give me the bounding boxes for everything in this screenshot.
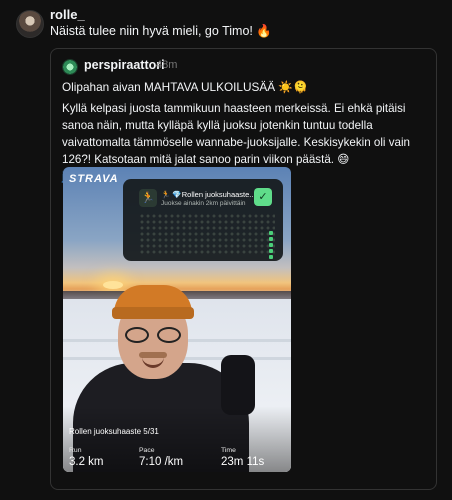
challenge-label: Rollen juoksuhaaste 5/31 xyxy=(69,427,159,436)
strava-logo: STRAVA xyxy=(69,173,119,185)
stat-time: Time 23m 11s xyxy=(221,447,264,468)
post-text: Näistä tulee niin hyvä mieli, go Timo! 🔥 xyxy=(50,24,272,39)
widget-title: 🏃 💎Rollen juoksuhaaste... xyxy=(161,190,256,199)
completed-day-dot xyxy=(269,243,273,247)
stat-value: 7:10 /km xyxy=(139,456,184,468)
quoted-headline: Olipahan aivan MAHTAVA ULKOILUSÄÄ ☀️🫠 xyxy=(62,80,308,94)
runner-icon: 🏃 xyxy=(139,189,157,207)
glasses xyxy=(123,327,183,343)
progress-dot-grid xyxy=(139,213,275,255)
stat-label: Time xyxy=(221,447,236,454)
beanie-band xyxy=(112,307,194,319)
completed-day-dot xyxy=(269,237,273,241)
post-author-avatar[interactable] xyxy=(16,10,44,38)
check-icon: ✓ xyxy=(254,188,272,206)
widget-subtitle: Juokse ainakin 2km päivittäin xyxy=(161,200,246,207)
stat-run: Run 3.2 km xyxy=(69,447,104,468)
quoted-body-text: Kyllä kelpasi juosta tammikuun haasteen … xyxy=(62,102,410,166)
quoted-post-card[interactable]: perspiraattori 48m Olipahan aivan MAHTAV… xyxy=(50,48,437,490)
post-text-content: Näistä tulee niin hyvä mieli, go Timo! xyxy=(50,24,253,38)
stat-label: Pace xyxy=(139,447,155,454)
post-username[interactable]: rolle_ xyxy=(50,7,85,22)
completed-day-dot xyxy=(269,255,273,259)
challenge-widget: 🏃 🏃 💎Rollen juoksuhaaste... Juokse ainak… xyxy=(123,179,283,261)
sun xyxy=(103,281,123,289)
stat-value: 23m 11s xyxy=(221,456,265,468)
completed-day-dot xyxy=(269,231,273,235)
quoted-author-avatar[interactable] xyxy=(62,59,78,75)
stat-pace: Pace 7:10 /km xyxy=(139,447,183,468)
strava-share-image[interactable]: STRAVA 🏃 🏃 💎Rollen juoksuhaaste... Juoks… xyxy=(63,167,291,472)
stat-label: Run xyxy=(69,447,82,454)
stat-value: 3.2 km xyxy=(69,456,104,468)
fire-icon: 🔥 xyxy=(256,24,272,38)
quoted-timestamp: 48m xyxy=(156,59,178,71)
quoted-username[interactable]: perspiraattori xyxy=(84,58,165,72)
completed-day-dot xyxy=(269,249,273,253)
